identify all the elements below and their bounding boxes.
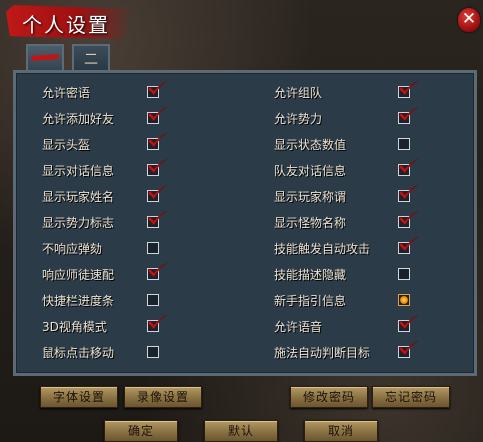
option-checkbox-right[interactable]: [398, 138, 410, 150]
tab-two[interactable]: 二: [72, 44, 110, 72]
checkmark-icon: [147, 80, 168, 96]
option-checkbox-left[interactable]: [147, 294, 159, 306]
option-checkbox-left[interactable]: [147, 262, 168, 280]
settings-window: 个人设置 ✕ 二 允许密语允许添加好友 显示头盔显示对话信息 显示玩家姓名 显示势力标…: [0, 0, 483, 442]
option-label-right: 队友对话信息: [274, 164, 347, 178]
option-label-right: 允许势力: [274, 112, 323, 126]
option-checkbox-left[interactable]: [147, 314, 168, 332]
checkmark-icon: [398, 158, 419, 174]
option-checkbox-left[interactable]: [147, 106, 168, 124]
forgot-password-button[interactable]: 忘记密码: [372, 386, 450, 408]
checkmark-icon: [147, 132, 168, 148]
option-checkbox-left[interactable]: [147, 158, 168, 176]
checkmark-icon: [147, 210, 168, 226]
default-button[interactable]: 默认: [204, 420, 278, 442]
option-checkbox-left[interactable]: [147, 242, 159, 254]
tab-one[interactable]: [26, 44, 64, 72]
option-label-right: 技能描述隐藏: [274, 268, 347, 282]
checkmark-icon: [147, 314, 168, 330]
option-checkbox-right[interactable]: [398, 268, 410, 280]
option-checkbox-right[interactable]: [398, 236, 419, 254]
checkmark-icon: [398, 236, 419, 252]
option-label-right: 施法自动判断目标: [274, 346, 371, 360]
checkmark-icon: [398, 184, 419, 200]
checkmark-icon: [398, 314, 419, 330]
option-checkbox-left[interactable]: [147, 80, 168, 98]
option-checkbox-left[interactable]: [147, 210, 168, 228]
cancel-button[interactable]: 取消: [304, 420, 378, 442]
checkmark-icon: [398, 210, 419, 226]
close-button[interactable]: ✕: [458, 8, 480, 32]
option-label-left: 显示头盔: [42, 138, 91, 152]
option-label-right: 新手指引信息: [274, 294, 347, 308]
option-label-right: 允许组队: [274, 86, 323, 100]
video-settings-button[interactable]: 录像设置: [124, 386, 202, 408]
confirm-button[interactable]: 确定: [104, 420, 178, 442]
checkmark-icon: [398, 340, 419, 356]
option-label-left: 显示势力标志: [42, 216, 115, 230]
option-checkbox-left[interactable]: [147, 184, 168, 202]
option-checkbox-left[interactable]: [147, 132, 168, 150]
option-label-left: 允许密语: [42, 86, 91, 100]
option-checkbox-right[interactable]: [398, 158, 419, 176]
tab-two-label: 二: [84, 52, 98, 68]
option-label-left: 允许添加好友: [42, 112, 115, 126]
option-label-left: 快捷栏进度条: [42, 294, 115, 308]
option-checkbox-right[interactable]: [398, 294, 410, 306]
option-checkbox-right[interactable]: [398, 184, 419, 202]
option-label-right: 技能触发自动攻击: [274, 242, 371, 256]
checkmark-icon: [147, 106, 168, 122]
checkmark-icon: [147, 158, 168, 174]
option-label-left: 鼠标点击移动: [42, 346, 115, 360]
option-label-right: 显示状态数值: [274, 138, 347, 152]
option-label-left: 显示对话信息: [42, 164, 115, 178]
option-checkbox-right[interactable]: [398, 80, 419, 98]
tab-one-label: [30, 54, 60, 61]
option-checkbox-right[interactable]: [398, 106, 419, 124]
option-label-left: 显示玩家姓名: [42, 190, 115, 204]
window-title: 个人设置: [22, 13, 110, 37]
checkmark-icon: [398, 106, 419, 122]
checkmark-icon: [398, 80, 419, 96]
option-checkbox-right[interactable]: [398, 314, 419, 332]
checkmark-icon: [147, 184, 168, 200]
option-label-right: 显示怪物名称: [274, 216, 347, 230]
option-checkbox-right[interactable]: [398, 340, 419, 358]
change-password-button[interactable]: 修改密码: [290, 386, 368, 408]
option-label-left: 3D视角模式: [42, 320, 107, 334]
coin-icon: [400, 296, 408, 304]
checkmark-icon: [147, 262, 168, 278]
font-settings-button[interactable]: 字体设置: [40, 386, 118, 408]
option-label-right: 显示玩家称谓: [274, 190, 347, 204]
option-checkbox-left[interactable]: [147, 346, 159, 358]
option-label-left: 响应师徒速配: [42, 268, 115, 282]
option-label-left: 不响应弹劾: [42, 242, 103, 256]
close-icon: ✕: [461, 9, 477, 29]
option-label-right: 允许语音: [274, 320, 323, 334]
option-checkbox-right[interactable]: [398, 210, 419, 228]
